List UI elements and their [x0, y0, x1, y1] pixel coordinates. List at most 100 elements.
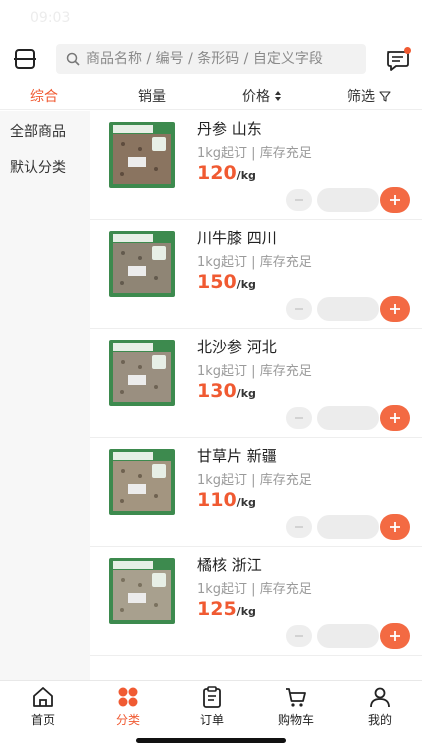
minus-icon — [295, 526, 303, 528]
quantity-input[interactable] — [317, 297, 379, 321]
sidebar-item-all-products[interactable]: 全部商品 — [10, 121, 66, 141]
plus-icon — [390, 631, 400, 641]
filter-icon — [379, 91, 391, 102]
product-meta: 1kg起订 | 库存充足 — [197, 582, 312, 597]
price-value: 130 — [197, 380, 237, 402]
nav-cart[interactable]: 购物车 — [261, 685, 331, 728]
top-bar — [0, 38, 422, 82]
home-icon — [33, 687, 53, 707]
tab-price[interactable]: 价格 — [242, 86, 282, 106]
increase-button[interactable] — [380, 405, 410, 431]
price-value: 150 — [197, 271, 237, 293]
search-icon — [66, 52, 80, 66]
tab-comprehensive[interactable]: 综合 — [30, 86, 58, 106]
increase-button[interactable] — [380, 296, 410, 322]
minus-icon — [295, 308, 303, 310]
product-meta: 1kg起订 | 库存充足 — [197, 146, 312, 161]
nav-label: 我的 — [367, 713, 392, 727]
notification-dot — [404, 47, 411, 54]
product-name: 川牛膝 四川 — [197, 229, 277, 247]
user-icon — [370, 687, 390, 708]
price-unit: /kg — [236, 496, 256, 509]
status-bar: 09:03 — [0, 0, 422, 38]
quantity-input[interactable] — [317, 515, 379, 539]
product-image — [109, 231, 175, 297]
sort-arrows-icon — [275, 91, 281, 101]
price-value: 125 — [197, 598, 237, 620]
decrease-button[interactable] — [286, 625, 312, 647]
product-price: 125/kg — [197, 598, 256, 620]
product-name: 甘草片 新疆 — [197, 447, 277, 465]
product-price: 110/kg — [197, 489, 256, 511]
product-meta: 1kg起订 | 库存充足 — [197, 473, 312, 488]
price-unit: /kg — [236, 387, 256, 400]
cart-icon — [286, 688, 306, 707]
product-card[interactable]: 丹参 山东 1kg起订 | 库存充足 120/kg — [90, 111, 422, 220]
quantity-input[interactable] — [317, 188, 379, 212]
search-box[interactable] — [56, 44, 366, 74]
search-input[interactable] — [86, 51, 366, 67]
product-image — [109, 340, 175, 406]
category-sidebar: 全部商品 默认分类 — [0, 111, 90, 680]
nav-home[interactable]: 首页 — [8, 685, 78, 728]
product-name: 北沙参 河北 — [197, 338, 277, 356]
price-unit: /kg — [236, 169, 256, 182]
product-meta: 1kg起订 | 库存充足 — [197, 364, 312, 379]
sort-tabs: 综合 销量 价格 筛选 — [0, 82, 422, 110]
plus-icon — [390, 413, 400, 423]
plus-icon — [390, 304, 400, 314]
tab-filter[interactable]: 筛选 — [347, 86, 391, 106]
home-indicator — [136, 738, 286, 743]
nav-label: 订单 — [199, 713, 224, 727]
product-name: 橘核 浙江 — [197, 556, 262, 574]
increase-button[interactable] — [380, 187, 410, 213]
quantity-input[interactable] — [317, 406, 379, 430]
minus-icon — [295, 417, 303, 419]
decrease-button[interactable] — [286, 407, 312, 429]
tab-sales[interactable]: 销量 — [138, 86, 166, 106]
quantity-input[interactable] — [317, 624, 379, 648]
price-unit: /kg — [236, 278, 256, 291]
minus-icon — [295, 199, 303, 201]
message-button[interactable] — [384, 46, 412, 74]
increase-button[interactable] — [380, 623, 410, 649]
product-price: 120/kg — [197, 162, 256, 184]
product-list: 丹参 山东 1kg起订 | 库存充足 120/kg 川牛膝 四川 1kg起订 |… — [90, 111, 422, 656]
product-name: 丹参 山东 — [197, 120, 262, 138]
product-price: 150/kg — [197, 271, 256, 293]
decrease-button[interactable] — [286, 189, 312, 211]
order-icon — [203, 686, 221, 708]
tab-label: 筛选 — [347, 89, 375, 105]
nav-profile[interactable]: 我的 — [345, 685, 415, 728]
product-card[interactable]: 甘草片 新疆 1kg起订 | 库存充足 110/kg — [90, 438, 422, 547]
nav-orders[interactable]: 订单 — [177, 685, 247, 728]
scan-icon — [14, 49, 36, 69]
nav-label: 首页 — [30, 713, 55, 727]
decrease-button[interactable] — [286, 298, 312, 320]
increase-button[interactable] — [380, 514, 410, 540]
product-image — [109, 122, 175, 188]
plus-icon — [390, 522, 400, 532]
product-category-page: 09:03 综合 — [0, 0, 422, 750]
minus-icon — [295, 635, 303, 637]
plus-icon — [390, 195, 400, 205]
nav-label: 分类 — [115, 713, 140, 727]
product-card[interactable]: 北沙参 河北 1kg起订 | 库存充足 130/kg — [90, 329, 422, 438]
status-time: 09:03 — [30, 10, 71, 26]
product-meta: 1kg起订 | 库存充足 — [197, 255, 312, 270]
product-image — [109, 558, 175, 624]
price-unit: /kg — [236, 605, 256, 618]
tab-label: 销量 — [138, 89, 166, 105]
price-value: 110 — [197, 489, 237, 511]
sidebar-item-default-category[interactable]: 默认分类 — [10, 157, 66, 177]
price-value: 120 — [197, 162, 237, 184]
nav-category[interactable]: 分类 — [93, 685, 163, 728]
product-image — [109, 449, 175, 515]
product-price: 130/kg — [197, 380, 256, 402]
decrease-button[interactable] — [286, 516, 312, 538]
tab-label: 综合 — [30, 89, 58, 105]
product-card[interactable]: 橘核 浙江 1kg起订 | 库存充足 125/kg — [90, 547, 422, 656]
product-card[interactable]: 川牛膝 四川 1kg起订 | 库存充足 150/kg — [90, 220, 422, 329]
tab-label: 价格 — [242, 89, 270, 105]
scan-button[interactable] — [12, 46, 38, 72]
